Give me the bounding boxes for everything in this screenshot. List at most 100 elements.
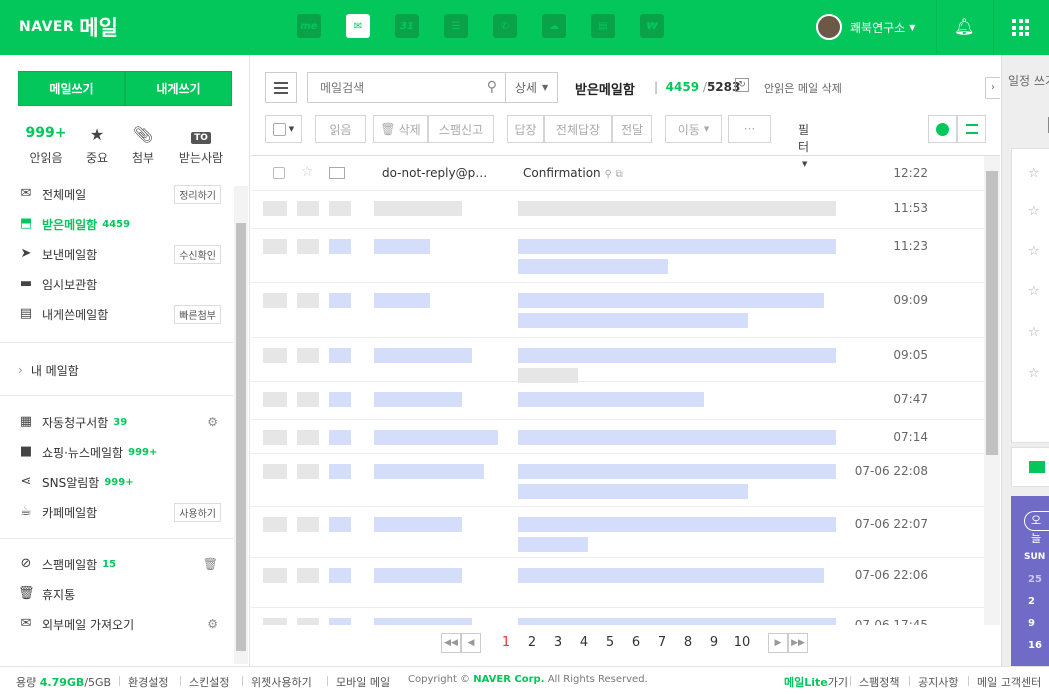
prev-page-button[interactable]: ◀ [461, 633, 481, 653]
mail-subject[interactable] [518, 464, 836, 479]
mail-sender[interactable] [374, 348, 472, 363]
new-window-icon[interactable]: ⧉ [616, 169, 623, 180]
mail-sender[interactable] [374, 568, 462, 583]
footer-link-notice[interactable]: 공지사항 [918, 674, 958, 690]
reply-all-button[interactable]: 전체답장 [544, 115, 612, 143]
star-icon[interactable]: ☆ [1028, 244, 1040, 259]
phone-app-icon[interactable]: ✆ [493, 14, 517, 38]
envelope-icon[interactable] [329, 464, 351, 479]
forward-button[interactable]: 전달 [612, 115, 652, 143]
mail-subject[interactable] [518, 348, 836, 363]
mail-sender[interactable] [374, 201, 462, 216]
delete-unread-link[interactable]: 안읽은 메일 삭제 [764, 80, 842, 96]
envelope-icon[interactable] [329, 568, 351, 583]
mail-subject[interactable] [518, 201, 836, 216]
enable-button[interactable]: 사용하기 [174, 502, 221, 522]
star-icon[interactable] [297, 430, 319, 445]
row-checkbox[interactable] [263, 618, 287, 625]
cloud-app-icon[interactable]: ☁ [542, 14, 566, 38]
widget-mail-button[interactable] [1011, 447, 1049, 487]
gear-icon[interactable]: ⚙ [207, 617, 218, 631]
next-page-button[interactable]: ▶ [768, 633, 788, 653]
table-row[interactable]: 07-06 17:45 [251, 608, 984, 625]
quick-to-me[interactable]: TO 받는사람 [166, 125, 236, 166]
list-view-button[interactable] [957, 115, 986, 143]
page-number[interactable]: 4 [577, 633, 591, 653]
footer-link-mobile[interactable]: 모바일 메일 [336, 674, 390, 690]
table-row[interactable]: 07-06 22:06 [251, 558, 984, 608]
row-checkbox[interactable] [263, 464, 287, 479]
move-button[interactable]: 이동 ▼ [665, 115, 722, 143]
read-button[interactable]: 읽음 [315, 115, 366, 143]
footer-link-skin[interactable]: 스킨설정 [189, 674, 229, 690]
star-icon[interactable]: ☆ [1028, 325, 1040, 340]
folder-shopping[interactable]: ■ 쇼핑·뉴스메일함 999+ [18, 441, 223, 463]
calendar-day[interactable]: 25 [1028, 574, 1042, 585]
table-row[interactable]: 07:47 [251, 382, 984, 420]
envelope-icon[interactable] [329, 167, 345, 179]
star-icon[interactable] [297, 348, 319, 363]
star-icon[interactable] [297, 239, 319, 254]
envelope-icon[interactable] [329, 348, 351, 363]
star-icon[interactable] [297, 568, 319, 583]
star-icon[interactable]: ☆ [1028, 284, 1040, 299]
gear-icon[interactable]: ⚙ [207, 415, 218, 429]
calendar-app-icon[interactable]: 31 [395, 14, 419, 38]
row-checkbox[interactable] [263, 293, 287, 308]
folder-trash[interactable]: 🗑︎ 휴지통 [18, 583, 223, 605]
bell-icon[interactable]: 🔔︎ [954, 17, 974, 37]
today-button[interactable]: 오늘 [1024, 511, 1049, 545]
envelope-icon[interactable] [329, 392, 351, 407]
page-number[interactable]: 7 [655, 633, 669, 653]
folder-sent[interactable]: ➤ 보낸메일함 수신확인 [18, 243, 223, 265]
folder-all-mail[interactable]: ✉ 전체메일 정리하기 [18, 183, 223, 205]
calendar-day[interactable]: 9 [1028, 618, 1035, 629]
delete-button[interactable]: 🗑︎ 삭제 [373, 115, 428, 143]
search-detail-dropdown[interactable]: 상세 ▼ [506, 72, 558, 103]
mail-sender[interactable] [374, 392, 462, 407]
select-all-dropdown[interactable]: ▼ [265, 115, 302, 143]
folder-cafe[interactable]: ☕︎ 카페메일함 사용하기 [18, 501, 223, 523]
envelope-icon[interactable] [329, 239, 351, 254]
last-page-button[interactable]: ▶▶ [788, 633, 808, 653]
widget-title[interactable]: 일정 쓰기 [1008, 72, 1049, 89]
star-icon[interactable]: ☆ [1028, 166, 1040, 181]
star-icon[interactable]: ☆ [1028, 366, 1040, 381]
mail-sender[interactable] [374, 430, 498, 445]
calendar-day[interactable]: 16 [1028, 640, 1042, 651]
spam-button[interactable]: 스팸신고 [428, 115, 494, 143]
row-checkbox[interactable] [263, 239, 287, 254]
footer-link-spam-policy[interactable]: 스팸정책 [859, 674, 899, 690]
me-app-icon[interactable]: me [297, 14, 321, 38]
table-row[interactable]: ☆ do-not-reply@p… Confirmation ⚲ ⧉ 12:22 [251, 156, 984, 191]
page-number[interactable]: 6 [629, 633, 643, 653]
folder-spam[interactable]: ⊘ 스팸메일함 15 🗑︎ [18, 553, 223, 575]
search-icon[interactable]: ⚲ [487, 79, 497, 95]
folder-self[interactable]: ▤ 내게쓴메일함 빠른첨부 [18, 303, 223, 325]
page-number[interactable]: 10 [731, 633, 753, 653]
star-icon[interactable] [297, 201, 319, 216]
mail-subject[interactable] [518, 368, 578, 383]
search-icon[interactable]: ⚲ [604, 169, 611, 180]
star-icon[interactable] [297, 293, 319, 308]
footer-link-settings[interactable]: 환경설정 [128, 674, 168, 690]
calendar-day[interactable]: 2 [1028, 596, 1035, 607]
folder-sns[interactable]: ⋖ SNS알림함 999+ [18, 471, 223, 493]
page-number[interactable]: 1 [499, 633, 513, 653]
table-row[interactable]: 09:05 [251, 338, 984, 383]
envelope-icon[interactable] [329, 618, 351, 625]
row-checkbox[interactable] [263, 430, 287, 445]
table-row[interactable]: 11:53 [251, 191, 984, 229]
page-number[interactable]: 8 [681, 633, 695, 653]
contacts-app-icon[interactable]: ☰ [444, 14, 468, 38]
envelope-icon[interactable] [329, 293, 351, 308]
envelope-icon[interactable] [329, 430, 351, 445]
quick-attach-button[interactable]: 빠른첨부 [174, 304, 221, 324]
mail-subject[interactable] [518, 517, 836, 532]
folder-drafts[interactable]: ▬ 임시보관함 [18, 273, 223, 295]
table-row[interactable]: 07-06 22:08 [251, 454, 984, 507]
pay-app-icon[interactable]: ₩ [640, 14, 664, 38]
row-checkbox[interactable] [263, 392, 287, 407]
star-icon[interactable] [297, 392, 319, 407]
mail-sender[interactable] [374, 239, 430, 254]
